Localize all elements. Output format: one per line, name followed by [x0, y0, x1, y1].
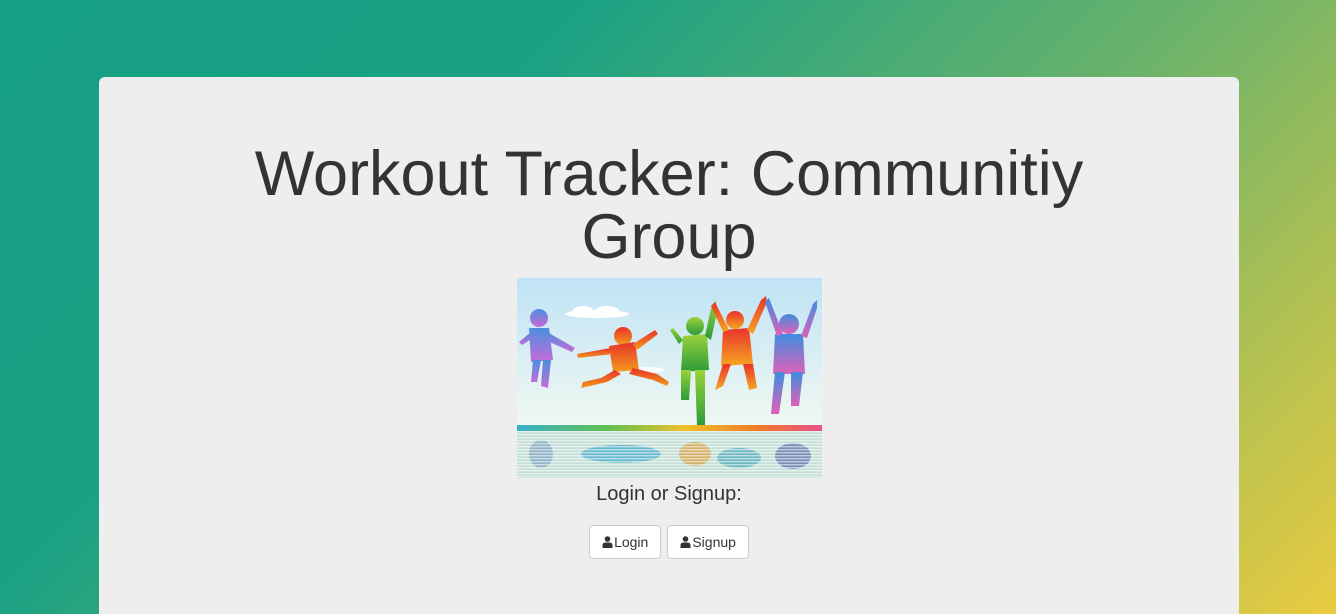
hero-image [516, 278, 822, 478]
signup-button[interactable]: Signup [667, 525, 749, 559]
jumbotron: Workout Tracker: Communitiy Group Login … [99, 77, 1239, 614]
page-title: Workout Tracker: Communitiy Group [254, 139, 1084, 272]
signup-label: Signup [692, 534, 736, 550]
login-button[interactable]: Login [589, 525, 662, 559]
user-icon [602, 536, 613, 548]
user-icon [680, 536, 691, 548]
auth-buttons: Login Signup [99, 525, 1239, 559]
auth-prompt: Login or Signup: [596, 483, 742, 505]
login-label: Login [614, 534, 649, 550]
